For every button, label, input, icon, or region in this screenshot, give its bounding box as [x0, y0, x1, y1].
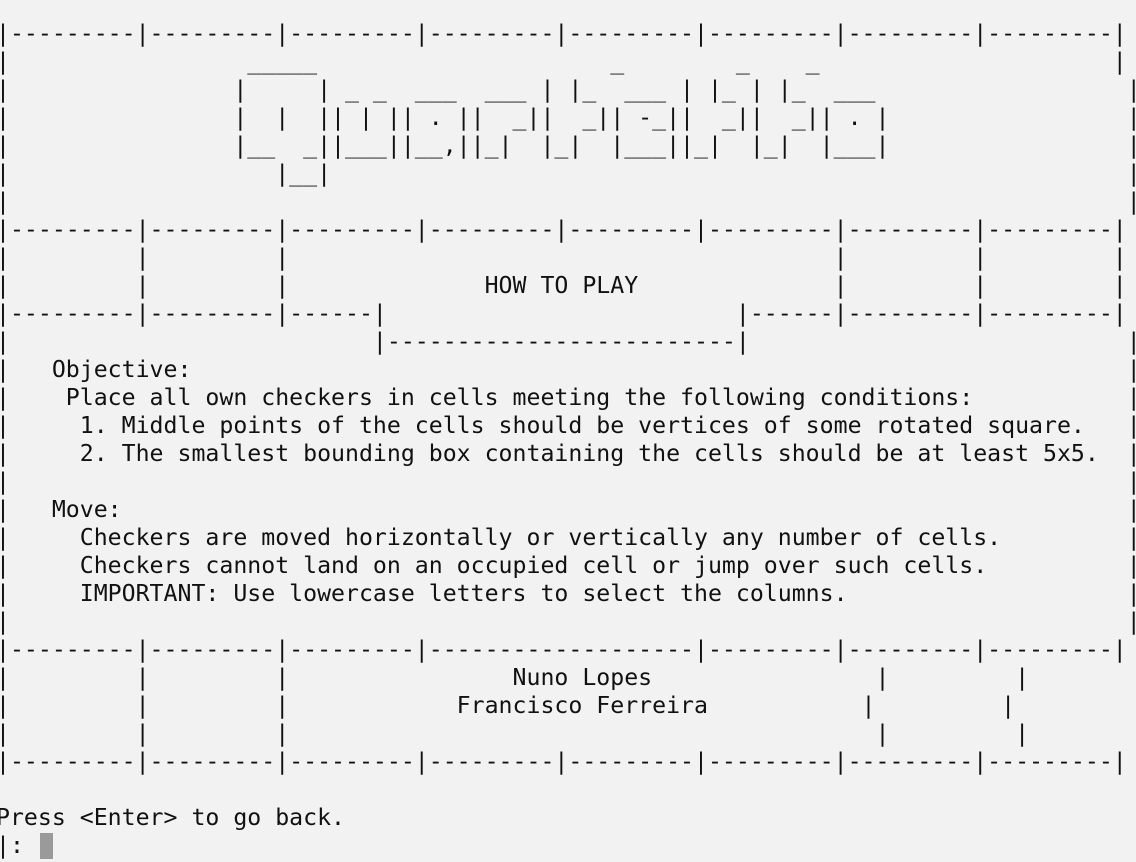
blank-line: | |	[0, 608, 1136, 635]
blank-line: | |	[0, 468, 1136, 495]
prompt-symbol: |:	[0, 832, 38, 859]
border-bottom: |---------|---------|---------|---------…	[0, 748, 1127, 775]
header-border: |---------|---------|------| |------|---…	[0, 300, 1127, 327]
credits-blank: | | | | | |	[0, 720, 1136, 747]
blank-line: | |	[0, 188, 1136, 215]
logo-line-4: | |__ _||___||__,||_| |_| |___||_| |_| |…	[0, 132, 1136, 159]
header-row-blank: | | | | | |	[0, 244, 1127, 271]
border-top: |---------|---------|---------|---------…	[0, 20, 1127, 47]
terminal-window: |---------|---------|---------|---------…	[0, 20, 1136, 862]
credit-author-2: | | | Francisco Ferreira | | |	[0, 692, 1136, 719]
objective-rule-1: | 1. Middle points of the cells should b…	[0, 412, 1136, 439]
objective-rule-2: | 2. The smallest bounding box containin…	[0, 440, 1136, 467]
move-rule-important: | IMPORTANT: Use lowercase letters to se…	[0, 580, 1136, 607]
credit-author-1: | | | Nuno Lopes | | |	[0, 664, 1136, 691]
objective-heading: | Objective: |	[0, 356, 1136, 383]
move-rule-1: | Checkers are moved horizontally or ver…	[0, 524, 1136, 551]
input-prompt[interactable]: |:	[0, 832, 53, 860]
header-border-bottom: | |-------------------------| |	[0, 328, 1136, 355]
move-rule-2: | Checkers cannot land on an occupied ce…	[0, 552, 1136, 579]
logo-line-5: | |__| |	[0, 160, 1136, 187]
border-separator: |---------|---------|---------|---------…	[0, 216, 1127, 243]
logo-line-1: | _____ _ _ _ |	[0, 48, 1127, 75]
objective-text: | Place all own checkers in cells meetin…	[0, 384, 1136, 411]
credits-border-top: |---------|---------|---------|---------…	[0, 636, 1127, 663]
logo-line-3: | | | || | || . || _|| _|| -_|| _|| _|| …	[0, 104, 1136, 131]
logo-line-2: | | | _ _ ___ ___ | |_ ___ | |_ | |_ ___…	[0, 76, 1136, 103]
text-cursor[interactable]	[39, 833, 53, 859]
back-instruction: Press <Enter> to go back.	[0, 804, 346, 831]
page-title: | | | HOW TO PLAY | | |	[0, 272, 1127, 299]
move-heading: | Move: |	[0, 496, 1136, 523]
